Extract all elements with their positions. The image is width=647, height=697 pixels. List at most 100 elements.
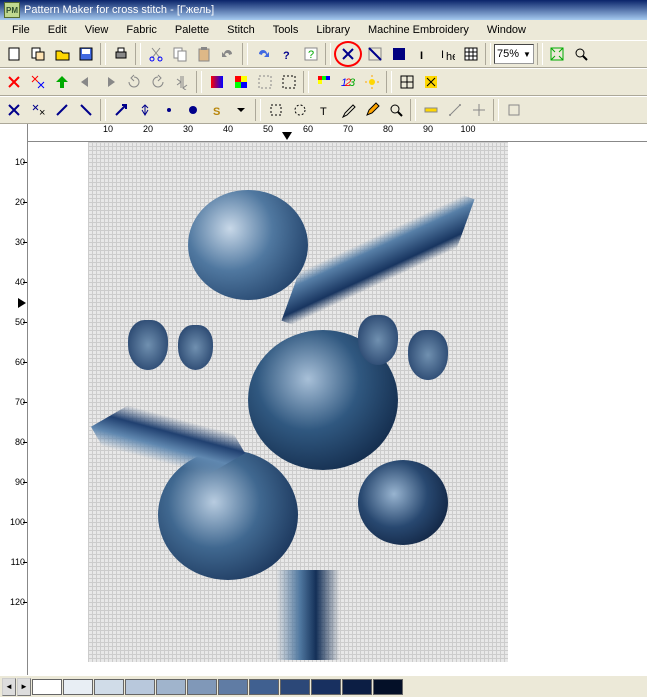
eye-button[interactable] <box>336 99 359 121</box>
half-stitch-button[interactable] <box>363 43 386 65</box>
svg-text:T: T <box>320 106 327 118</box>
v-marker-icon <box>18 298 26 308</box>
swatch[interactable] <box>373 679 403 695</box>
diagr-button[interactable] <box>74 99 97 121</box>
select-button[interactable] <box>253 71 276 93</box>
undo-button[interactable] <box>216 43 239 65</box>
svg-text:he: he <box>446 51 455 62</box>
htick: 10 <box>88 124 128 141</box>
full-stitch-button[interactable] <box>337 43 360 65</box>
meas-button[interactable] <box>443 99 466 121</box>
workspace: 10 20 30 40 50 60 70 80 90 100 110 120 1… <box>0 124 647 675</box>
quarter-stitch-button[interactable] <box>387 43 410 65</box>
swatch[interactable] <box>342 679 372 695</box>
extra-button[interactable] <box>502 99 525 121</box>
text-button[interactable]: T <box>312 99 335 121</box>
dotb-button[interactable] <box>181 99 204 121</box>
swatch[interactable] <box>218 679 248 695</box>
menu-file[interactable]: File <box>4 22 38 38</box>
delete-x-icon <box>30 74 46 90</box>
menu-window[interactable]: Window <box>479 22 534 38</box>
print-button[interactable] <box>109 43 132 65</box>
swatch[interactable] <box>280 679 310 695</box>
about-button[interactable]: ? <box>299 43 322 65</box>
new-button[interactable] <box>2 43 25 65</box>
swatch[interactable] <box>249 679 279 695</box>
swatch[interactable] <box>94 679 124 695</box>
swatch[interactable] <box>32 679 62 695</box>
xtool-button[interactable] <box>419 71 442 93</box>
open-button[interactable] <box>50 43 73 65</box>
selr-button[interactable] <box>264 99 287 121</box>
copy-icon <box>172 46 188 62</box>
line-button[interactable]: Ihe <box>435 43 458 65</box>
s-button[interactable]: S <box>205 99 228 121</box>
dot-button[interactable] <box>157 99 180 121</box>
next-button[interactable] <box>98 71 121 93</box>
zoom-combo[interactable]: 75%▼ <box>494 44 534 64</box>
canvas-area[interactable]: 10 20 30 40 50 60 70 80 90 100 <box>28 124 647 675</box>
selc-button[interactable] <box>288 99 311 121</box>
swatch[interactable] <box>63 679 93 695</box>
delete-button[interactable] <box>2 71 25 93</box>
flip-button[interactable] <box>170 71 193 93</box>
x-stitch-button[interactable] <box>2 99 25 121</box>
grid-button[interactable] <box>459 43 482 65</box>
window-title: Pattern Maker for cross stitch - [Гжель] <box>24 4 214 16</box>
redo-button[interactable] <box>251 43 274 65</box>
s-icon: S <box>209 102 225 118</box>
swatch[interactable] <box>311 679 341 695</box>
bold-button[interactable]: I <box>411 43 434 65</box>
zoomtool-button[interactable] <box>384 99 407 121</box>
pattern-canvas[interactable] <box>88 142 508 662</box>
swatch[interactable] <box>156 679 186 695</box>
help-button[interactable]: ? <box>275 43 298 65</box>
palette-prev-button[interactable]: ◄ <box>2 678 16 696</box>
pen-button[interactable] <box>360 99 383 121</box>
delete-x-button[interactable] <box>26 71 49 93</box>
gridtool-button[interactable] <box>395 71 418 93</box>
fit-button[interactable] <box>546 43 569 65</box>
rotate2-button[interactable] <box>146 71 169 93</box>
cut-button[interactable] <box>144 43 167 65</box>
htick: 20 <box>128 124 168 141</box>
palette-next-button[interactable]: ► <box>17 678 31 696</box>
vtick: 70 <box>0 382 27 422</box>
copy-button[interactable] <box>168 43 191 65</box>
menu-palette[interactable]: Palette <box>167 22 217 38</box>
menu-view[interactable]: View <box>77 22 117 38</box>
arr2-button[interactable] <box>133 99 156 121</box>
menu-machine-embroidery[interactable]: Machine Embroidery <box>360 22 477 38</box>
gridtool-icon <box>399 74 415 90</box>
s-drop-button[interactable] <box>229 99 252 121</box>
swatch[interactable] <box>125 679 155 695</box>
svg-text:?: ? <box>308 49 314 61</box>
swatch[interactable] <box>187 679 217 695</box>
vtick: 110 <box>0 542 27 582</box>
menu-library[interactable]: Library <box>308 22 358 38</box>
menu-stitch[interactable]: Stitch <box>219 22 263 38</box>
arr-button[interactable] <box>109 99 132 121</box>
diag-button[interactable] <box>50 99 73 121</box>
paste-button[interactable] <box>192 43 215 65</box>
htick: 100 <box>448 124 488 141</box>
palette-button[interactable] <box>312 71 335 93</box>
select2-button[interactable] <box>277 71 300 93</box>
checker-button[interactable] <box>229 71 252 93</box>
sun-button[interactable] <box>360 71 383 93</box>
menu-tools[interactable]: Tools <box>265 22 307 38</box>
new-wizard-button[interactable] <box>26 43 49 65</box>
rotate-button[interactable] <box>122 71 145 93</box>
vtick: 10 <box>0 142 27 182</box>
save-button[interactable] <box>74 43 97 65</box>
xs-stitch-button[interactable]: × <box>26 99 49 121</box>
number-button[interactable]: 123 <box>336 71 359 93</box>
menu-edit[interactable]: Edit <box>40 22 75 38</box>
zoom-all-button[interactable] <box>570 43 593 65</box>
menu-fabric[interactable]: Fabric <box>118 22 165 38</box>
gradient-button[interactable] <box>205 71 228 93</box>
prev-button[interactable] <box>74 71 97 93</box>
arrow-button[interactable] <box>50 71 73 93</box>
cross-button[interactable] <box>467 99 490 121</box>
ruler-button[interactable] <box>419 99 442 121</box>
